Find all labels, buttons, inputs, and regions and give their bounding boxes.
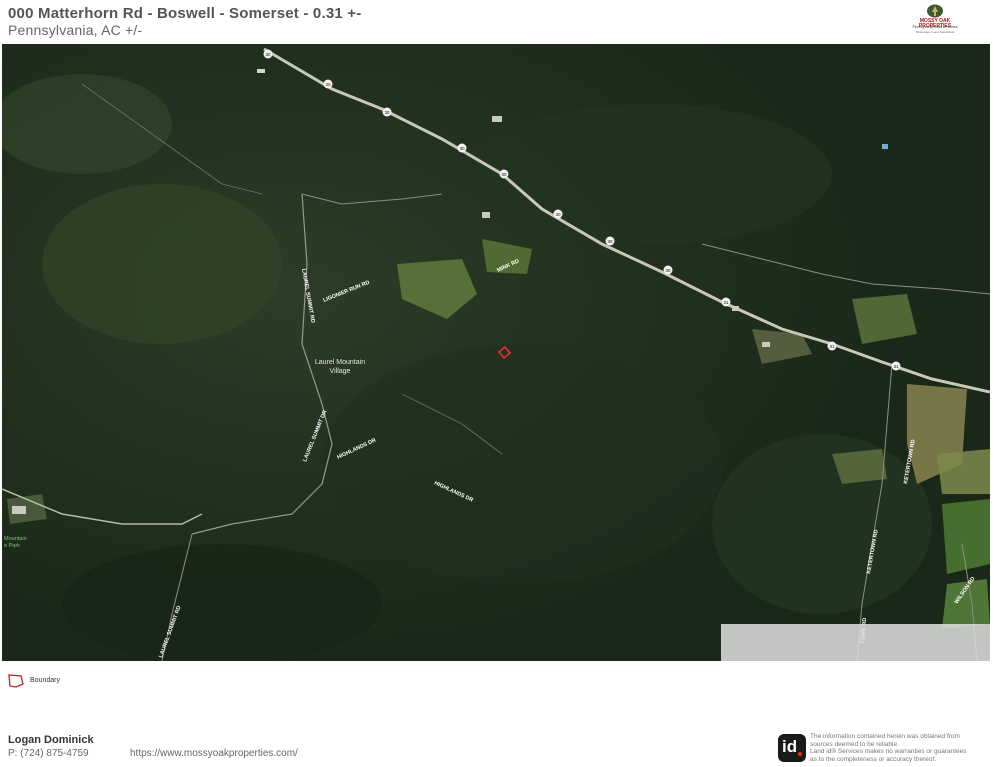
page-header: 000 Matterhorn Rd - Boswell - Somerset -… [0,0,994,44]
route-shield-30: 30 [323,79,333,89]
forest-patch [472,104,832,244]
field-clearing [942,499,990,574]
route-shield-30: 30 [382,107,392,117]
svg-text:30: 30 [384,110,390,115]
mossy-oak-logo: MOSSY OAK PROPERTIES Pennsylvania Land & … [912,4,958,38]
field-clearing [832,449,887,484]
disclaimer-text: The information contained herein was obt… [810,733,967,763]
route-shield-30: 30 [499,169,509,179]
satellite-map[interactable]: 30 30 30 30 30 30 30 30 31 31 31 LAUREL … [2,44,990,661]
building [257,69,265,73]
svg-text:30: 30 [265,52,271,57]
land-id-logo: id [778,734,806,762]
map-title: 000 Matterhorn Rd - Boswell - Somerset -… [8,5,362,22]
field-clearing [937,449,990,494]
forest-patch [42,184,282,344]
svg-text:30: 30 [459,146,465,151]
map-imagery: 30 30 30 30 30 30 30 30 31 31 31 LAUREL … [2,44,990,661]
route-shield-30: 30 [553,209,563,219]
pool [882,144,888,149]
park-label: e Park [4,543,20,549]
place-label: Village [330,368,351,375]
svg-text:31: 31 [829,344,835,349]
route-shield-30: 30 [663,265,673,275]
tree-emblem-icon [927,4,943,18]
agent-phone[interactable]: P: (724) 875-4759 [8,748,89,759]
website-link[interactable]: https://www.mossyoakproperties.com/ [130,748,298,759]
park-label: Mountain [4,536,27,542]
svg-text:30: 30 [665,268,671,273]
svg-text:31: 31 [723,300,729,305]
forest-patch [62,544,382,661]
building [12,506,26,514]
route-shield-31: 31 [827,341,837,351]
agent-name: Logan Dominick [8,734,94,746]
building [762,342,770,347]
svg-text:30: 30 [501,172,507,177]
svg-text:30: 30 [555,212,561,217]
route-shield-30: 30 [263,49,273,59]
svg-text:30: 30 [325,82,331,87]
route-shield-30: 30 [605,236,615,246]
scale-bar-panel: 0 1000 2000 3000 4000ft [721,624,990,661]
svg-text:31: 31 [893,364,899,369]
legend-label: Boundary [30,677,60,684]
map-subtitle: Pennsylvania, AC +/- [8,22,143,38]
logo-tagline: Pennsylvania Land & Homes [912,25,958,29]
logo-subline: Brokerage / Land Specialists [915,30,955,34]
building [492,116,502,122]
route-shield-31: 31 [721,297,731,307]
place-label: Laurel Mountain [315,359,365,366]
building [732,306,739,311]
forest-patch [322,344,722,584]
route-shield-30: 30 [457,143,467,153]
building [482,212,490,218]
route-shield-31: 31 [891,361,901,371]
boundary-legend-icon [8,674,24,688]
logo-dot-icon [798,752,802,756]
forest-patch [712,434,932,614]
svg-text:30: 30 [607,239,613,244]
